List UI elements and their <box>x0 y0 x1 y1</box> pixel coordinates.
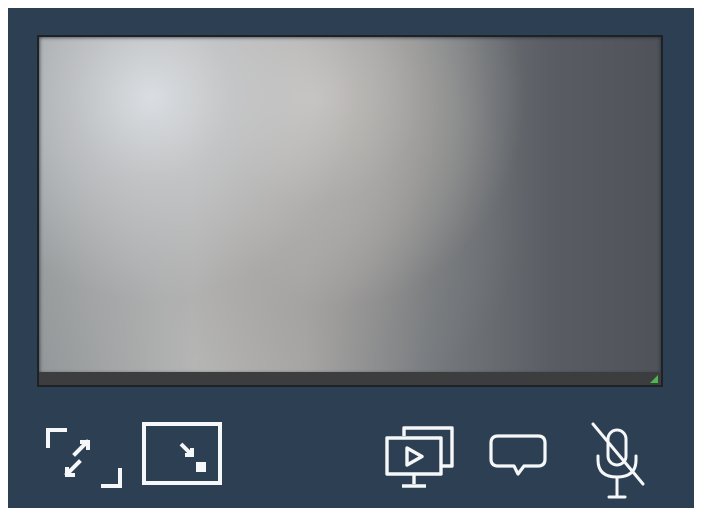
video-call-window <box>8 8 694 508</box>
resize-handle-icon[interactable] <box>650 375 658 383</box>
minimize-button[interactable] <box>142 422 222 485</box>
screen-share-button[interactable] <box>384 426 454 490</box>
microphone-muted-icon <box>591 422 645 499</box>
microphone-button[interactable] <box>588 422 648 502</box>
screen-share-icon <box>385 426 454 488</box>
video-feed <box>39 37 661 374</box>
chat-bubble-icon <box>489 434 547 476</box>
video-status-bar <box>39 372 661 385</box>
video-preview-frame <box>37 35 663 387</box>
fullscreen-button[interactable] <box>44 426 124 490</box>
expand-icon <box>46 428 122 488</box>
minimize-to-corner-icon <box>142 422 222 485</box>
chat-button[interactable] <box>488 432 548 478</box>
